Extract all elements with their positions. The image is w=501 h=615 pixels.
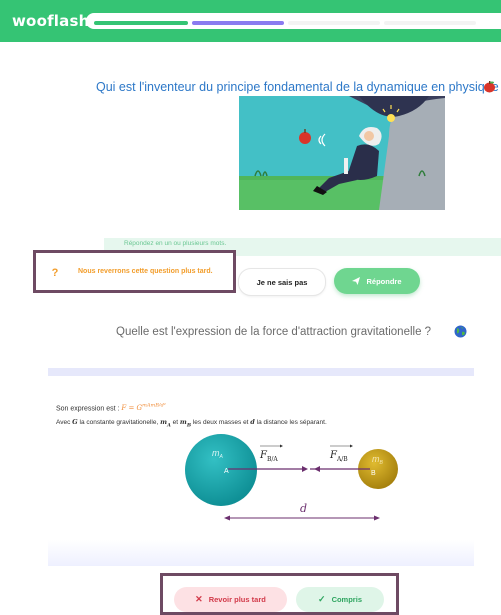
apple-icon	[484, 81, 495, 93]
progress-segment-pending	[384, 21, 476, 25]
progress-segment-pending	[288, 21, 380, 25]
check-icon: ✓	[318, 594, 326, 604]
expression-prefix: Son expression est :	[56, 405, 122, 413]
text: les deux masses et	[191, 419, 251, 426]
text: la distance les séparant.	[254, 419, 327, 426]
expression-formula: F = GmAmB/d²	[121, 403, 166, 413]
send-icon	[352, 277, 361, 285]
progress-segment-current	[192, 21, 284, 25]
formula-numerator: mAmB	[142, 403, 159, 409]
force-ab-label: FA/B	[329, 450, 348, 463]
text: Avec	[56, 419, 73, 426]
answer-hint: Répondez en un ou plusieurs mots.	[124, 240, 227, 247]
mass-a-sphere	[185, 434, 257, 506]
dont-know-label: Je ne sais pas	[256, 277, 308, 287]
text: et	[170, 419, 180, 426]
explanation-panel-footer	[48, 540, 474, 566]
question-mark-icon: ?	[51, 267, 59, 279]
point-b-label: B	[371, 470, 376, 477]
question-text: Quelle est l'expression de la force d'at…	[116, 326, 432, 338]
understood-label: Compris	[331, 595, 362, 604]
force-ba-label: FB/A	[259, 450, 278, 463]
answer-button[interactable]: Répondre	[334, 268, 420, 294]
expression-line: Son expression est : F = GmAmB/d²	[56, 403, 166, 412]
answer-button-label: Répondre	[366, 276, 402, 286]
later-notice-text: Nous reverrons cette question plus tard.	[78, 268, 213, 275]
var-mB: m	[179, 418, 187, 426]
formula-fraction: mAmB/d²	[142, 403, 166, 409]
close-icon: ✕	[195, 594, 203, 604]
distance-label: d	[300, 502, 307, 515]
globe-icon	[454, 325, 467, 338]
formula-main: F = G	[121, 404, 143, 413]
review-later-label: Revoir plus tard	[208, 595, 266, 604]
formula-denominator: d²	[160, 403, 166, 409]
dont-know-button[interactable]: Je ne sais pas	[238, 268, 326, 296]
text: la constante gravitationelle,	[77, 419, 161, 426]
question-illustration	[239, 96, 445, 210]
understood-button[interactable]: ✓ Compris	[296, 587, 384, 612]
explanation-panel-header	[48, 368, 474, 376]
review-later-button[interactable]: ✕ Revoir plus tard	[174, 587, 287, 612]
constants-line: Avec G la constante gravitationelle, mA …	[56, 418, 327, 428]
app-logo[interactable]: wooflash	[12, 12, 89, 30]
var-mA: m	[160, 418, 167, 426]
progress-segment-done	[94, 21, 188, 25]
gravitation-diagram: mA A mB B FB/A FA/B d	[185, 434, 398, 521]
question-text: Qui est l'inventeur du principe fondamen…	[96, 80, 501, 94]
